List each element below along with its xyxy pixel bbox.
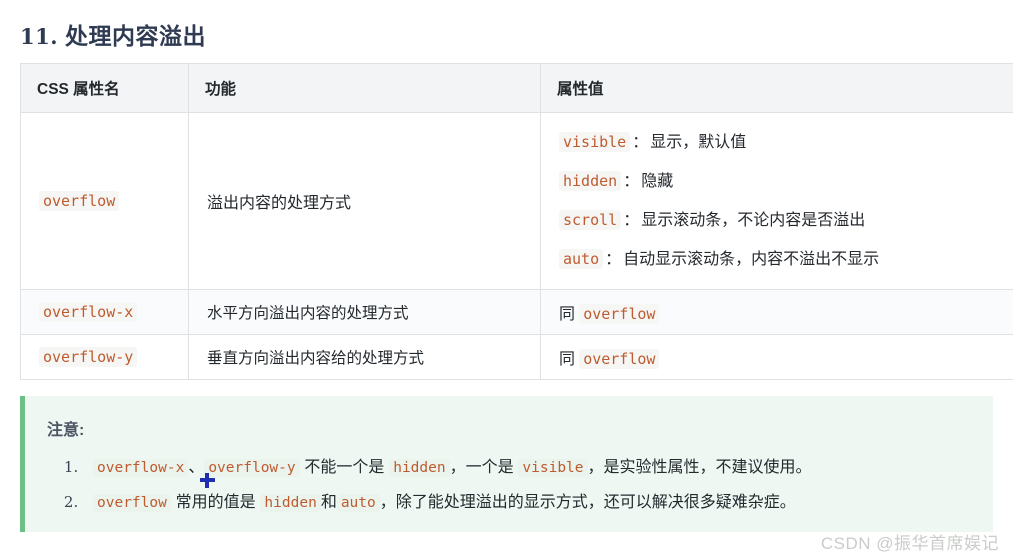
table-header-row: CSS 属性名 功能 属性值 <box>20 63 1013 113</box>
column-header-values: 属性值 <box>540 63 1013 113</box>
table-row: overflow-y 垂直方向溢出内容给的处理方式 同 overflow <box>20 334 1013 380</box>
code-scroll: scroll <box>559 210 622 230</box>
cell-property-overflow-y: overflow-y <box>20 334 189 380</box>
table-body: overflow 溢出内容的处理方式 visible：显示，默认值 hidden… <box>20 112 1013 380</box>
note-text: 不能一个是 <box>304 459 385 476</box>
note-separator: 、 <box>188 459 205 476</box>
note-text: 常用的值是 <box>175 494 256 511</box>
note-title: 注意: <box>47 422 85 439</box>
value-separator: ： <box>632 134 649 151</box>
code-overflow-y: overflow-y <box>204 459 300 477</box>
note-text: ，一个是 <box>449 459 514 476</box>
document-page: 11. 处理内容溢出 CSS 属性名 功能 属性值 overflow 溢出内容的… <box>0 0 1013 558</box>
cell-values-overflow-x: 同 overflow <box>540 289 1013 335</box>
value-prefix-same-as: 同 <box>559 306 576 323</box>
code-visible: visible <box>559 132 631 152</box>
heading-text: 处理内容溢出 <box>64 23 206 50</box>
page-title: 11. 处理内容溢出 <box>20 17 206 51</box>
code-auto: auto <box>559 249 604 269</box>
value-line-scroll: scroll：显示滚动条，不论内容是否溢出 <box>559 201 1013 240</box>
cell-values-overflow-y: 同 overflow <box>540 334 1013 380</box>
cell-function-overflow-x: 水平方向溢出内容的处理方式 <box>188 289 541 335</box>
table-header: CSS 属性名 功能 属性值 <box>20 63 1013 113</box>
watermark: CSDN @振华首席娱记 <box>820 534 999 553</box>
code-overflow-y: overflow-y <box>39 347 138 367</box>
note-list: overflow-x、overflow-y 不能一个是 hidden，一个是 v… <box>25 450 993 520</box>
value-desc-scroll: 显示滚动条，不论内容是否溢出 <box>641 212 866 229</box>
note-list-item: overflow-x、overflow-y 不能一个是 hidden，一个是 v… <box>83 450 993 485</box>
value-list: visible：显示，默认值 hidden：隐藏 scroll：显示滚动条，不论… <box>559 123 1013 279</box>
note-text: 和 <box>320 494 337 511</box>
code-visible: visible <box>518 459 588 477</box>
value-separator: ： <box>623 173 640 190</box>
cell-property-overflow-x: overflow-x <box>20 289 189 335</box>
cell-property-overflow: overflow <box>20 112 189 290</box>
overflow-property-table-wrapper: CSS 属性名 功能 属性值 overflow 溢出内容的处理方式 visibl… <box>20 63 1013 380</box>
code-overflow: overflow <box>93 494 171 512</box>
column-header-property: CSS 属性名 <box>20 63 189 113</box>
note-callout: 注意: overflow-x、overflow-y 不能一个是 hidden，一… <box>20 396 993 532</box>
value-separator: ： <box>605 251 622 268</box>
code-overflow-ref: overflow <box>579 304 660 324</box>
value-line-visible: visible：显示，默认值 <box>559 123 1013 162</box>
value-line-hidden: hidden：隐藏 <box>559 162 1013 201</box>
note-list-item: overflow 常用的值是 hidden和auto，除了能处理溢出的显示方式，… <box>83 485 993 520</box>
value-desc-hidden: 隐藏 <box>641 173 674 190</box>
code-overflow-ref: overflow <box>579 349 660 369</box>
cell-function-overflow-y: 垂直方向溢出内容给的处理方式 <box>188 334 541 380</box>
overflow-property-table: CSS 属性名 功能 属性值 overflow 溢出内容的处理方式 visibl… <box>20 63 1013 380</box>
cell-function-overflow: 溢出内容的处理方式 <box>188 112 541 290</box>
cell-values-overflow: visible：显示，默认值 hidden：隐藏 scroll：显示滚动条，不论… <box>540 112 1013 290</box>
code-auto: auto <box>336 494 380 512</box>
note-text-tail: ，除了能处理溢出的显示方式，还可以解决很多疑难杂症。 <box>379 494 796 511</box>
code-hidden: hidden <box>389 459 450 477</box>
heading-number: 11. <box>20 24 59 50</box>
value-prefix-same-as: 同 <box>559 351 576 368</box>
value-separator: ： <box>623 212 640 229</box>
code-hidden: hidden <box>559 171 622 191</box>
value-line-auto: auto：自动显示滚动条，内容不溢出不显示 <box>559 240 1013 279</box>
code-hidden: hidden <box>260 494 321 512</box>
code-overflow: overflow <box>39 191 120 211</box>
value-desc-visible: 显示，默认值 <box>650 134 747 151</box>
column-header-function: 功能 <box>188 63 541 113</box>
note-text-tail: ，是实验性属性，不建议使用。 <box>587 459 812 476</box>
table-row: overflow-x 水平方向溢出内容的处理方式 同 overflow <box>20 289 1013 335</box>
code-overflow-x: overflow-x <box>93 459 189 477</box>
code-overflow-x: overflow-x <box>39 302 138 322</box>
value-desc-auto: 自动显示滚动条，内容不溢出不显示 <box>623 251 880 268</box>
table-row: overflow 溢出内容的处理方式 visible：显示，默认值 hidden… <box>20 112 1013 290</box>
